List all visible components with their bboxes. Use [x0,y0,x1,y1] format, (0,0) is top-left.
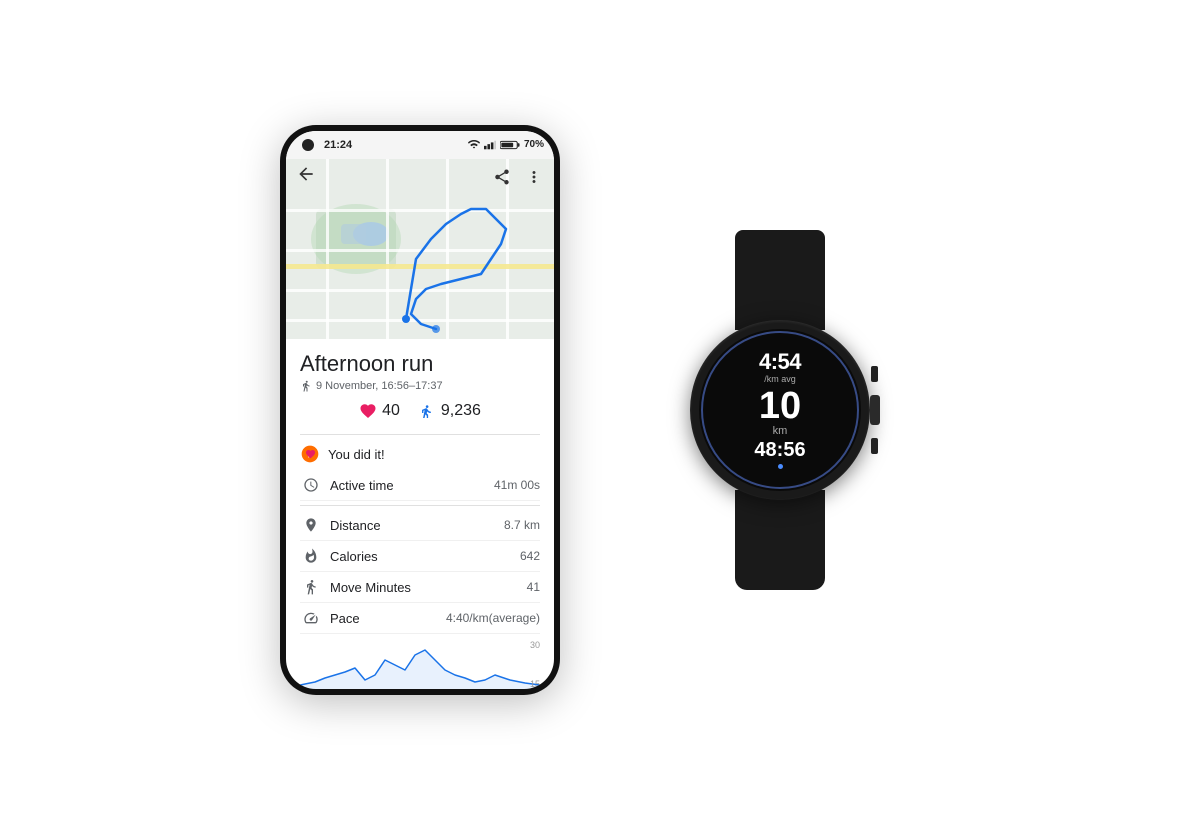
move-minutes-value: 41 [527,580,540,594]
watch-case: 4:54 /km avg 10 km 48:56 [690,320,870,500]
walk-icon [303,579,319,595]
achievement-text: You did it! [328,447,385,462]
workout-date: 9 November, 16:56–17:37 [300,380,540,392]
metric-move-minutes: Move Minutes 41 [300,572,540,603]
map-toolbar-right [492,167,544,187]
watch-band-bottom [735,490,825,590]
watch-button-top [871,366,878,382]
battery-icon [500,140,520,150]
stats-row: 40 9,236 [300,402,540,420]
calories-label: Calories [330,549,520,564]
distance-value: 8.7 km [504,518,540,532]
pace-label: Pace [330,611,446,626]
distance-icon [303,517,319,533]
active-time-label: Active time [330,478,494,493]
active-time-row: Active time 41m 00s [300,470,540,501]
chart-svg [300,640,540,688]
more-button[interactable] [524,167,544,187]
heart-points-stat: 40 [359,402,400,420]
achievement-row: You did it! [300,438,540,470]
chart-area: 30 15 [300,640,540,688]
metric-distance: Distance 8.7 km [300,510,540,541]
metric-pace: Pace 4:40/km(average) [300,603,540,634]
steps-value: 9,236 [441,402,481,420]
chart-label-15: 15 [530,679,540,689]
watch-crown [870,395,880,425]
chart-labels: 30 15 [530,640,540,688]
phone-device: 21:24 [280,125,560,695]
pace-icon-wrap [300,610,322,626]
divider-1 [300,434,540,435]
watch-screen: 4:54 /km avg 10 km 48:56 [699,329,861,491]
status-bar: 21:24 [286,131,554,159]
battery-level: 70% [524,139,544,150]
calories-value: 642 [520,549,540,563]
heart-points-icon [359,402,377,420]
distance-icon-wrap [300,517,322,533]
distance-label: Distance [330,518,504,533]
wifi-icon [468,140,480,150]
pace-icon [303,610,319,626]
achievement-icon [300,444,320,464]
share-button[interactable] [492,167,512,187]
watch-band-top [735,230,825,330]
workout-date-text: 9 November, 16:56–17:37 [316,380,443,392]
run-icon-small [300,380,312,392]
steps-stat: 9,236 [418,402,481,420]
pace-value: 4:40/km(average) [446,611,540,625]
watch-button-bottom [871,438,878,454]
watch-device: 4:54 /km avg 10 km 48:56 [640,230,920,590]
workout-title: Afternoon run [300,351,540,377]
calories-icon [303,548,319,564]
status-time: 21:24 [324,139,352,151]
move-minutes-label: Move Minutes [330,580,527,595]
phone-screen: 21:24 [286,131,554,689]
scene: 21:24 [0,0,1200,819]
metric-calories: Calories 642 [300,541,540,572]
steps-icon [418,404,436,418]
back-button[interactable] [296,164,492,189]
more-icon [525,168,543,186]
workout-content: Afternoon run 9 November, 16:56–17:37 [286,339,554,689]
phone-camera [302,139,314,151]
chart-label-30: 30 [530,640,540,650]
divider-2 [300,505,540,506]
map-area [286,159,554,339]
signal-icon [484,140,496,150]
move-minutes-icon-wrap [300,579,322,595]
watch-ring [701,331,859,489]
map-toolbar [286,159,554,195]
share-icon [493,168,511,186]
heart-points-value: 40 [382,402,400,420]
status-icons: 70% [468,139,544,150]
active-time-value: 41m 00s [494,478,540,492]
back-icon [296,164,316,184]
clock-icon [303,477,319,493]
calories-icon-wrap [300,548,322,564]
active-time-icon [300,477,322,493]
